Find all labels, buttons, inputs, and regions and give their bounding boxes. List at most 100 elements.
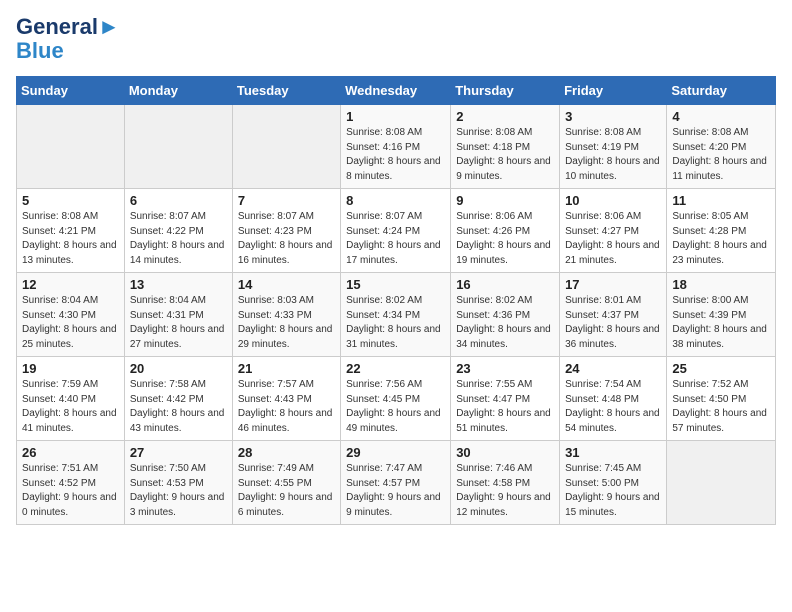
calendar-cell: 7Sunrise: 8:07 AM Sunset: 4:23 PM Daylig… bbox=[232, 189, 340, 273]
calendar-cell: 31Sunrise: 7:45 AM Sunset: 5:00 PM Dayli… bbox=[560, 441, 667, 525]
calendar-week-row: 1 Sunrise: 8:08 AM Sunset: 4:16 PM Daylig… bbox=[17, 105, 776, 189]
day-detail: Sunrise: 8:02 AM Sunset: 4:34 PM Dayligh… bbox=[346, 294, 445, 352]
calendar-cell: 25Sunrise: 7:52 AM Sunset: 4:50 PM Dayli… bbox=[667, 357, 776, 441]
calendar-cell bbox=[232, 105, 340, 189]
calendar-week-row: 12 Sunrise: 8:04 AM Sunset: 4:30 PM Dayli… bbox=[17, 273, 776, 357]
day-number: 20 bbox=[130, 361, 227, 376]
calendar-cell: 17 Sunrise: 8:01 AM Sunset: 4:37 PM Dayli… bbox=[560, 273, 667, 357]
calendar-cell: 8Sunrise: 8:07 AM Sunset: 4:24 PM Daylig… bbox=[341, 189, 451, 273]
day-detail: Sunrise: 8:08 AM Sunset: 4:21 PM Dayligh… bbox=[22, 210, 119, 268]
calendar-header-row: SundayMondayTuesdayWednesdayThursdayFrid… bbox=[17, 77, 776, 105]
calendar-cell: 30Sunrise: 7:46 AM Sunset: 4:58 PM Dayli… bbox=[451, 441, 560, 525]
day-number: 16 bbox=[456, 277, 554, 292]
day-detail: Sunrise: 8:02 AM Sunset: 4:36 PM Dayligh… bbox=[456, 294, 554, 352]
day-detail: Sunrise: 8:08 AM Sunset: 4:20 PM Dayligh… bbox=[672, 126, 770, 184]
day-detail: Sunrise: 8:08 AM Sunset: 4:19 PM Dayligh… bbox=[565, 126, 661, 184]
calendar-cell: 19 Sunrise: 7:59 AM Sunset: 4:40 PM Dayli… bbox=[17, 357, 125, 441]
calendar-cell: 16 Sunrise: 8:02 AM Sunset: 4:36 PM Dayli… bbox=[451, 273, 560, 357]
day-detail: Sunrise: 8:04 AM Sunset: 4:31 PM Dayligh… bbox=[130, 294, 227, 352]
calendar-cell: 6 Sunrise: 8:07 AM Sunset: 4:22 PM Daylig… bbox=[124, 189, 232, 273]
calendar-cell: 5 Sunrise: 8:08 AM Sunset: 4:21 PM Daylig… bbox=[17, 189, 125, 273]
day-number: 14 bbox=[238, 277, 335, 292]
calendar-cell bbox=[124, 105, 232, 189]
day-detail: Sunrise: 8:08 AM Sunset: 4:18 PM Dayligh… bbox=[456, 126, 554, 184]
day-detail: Sunrise: 7:45 AM Sunset: 5:00 PM Dayligh… bbox=[565, 462, 661, 520]
day-number: 2 bbox=[456, 109, 554, 124]
day-number: 12 bbox=[22, 277, 119, 292]
day-number: 30 bbox=[456, 445, 554, 460]
calendar-cell: 2 Sunrise: 8:08 AM Sunset: 4:18 PM Daylig… bbox=[451, 105, 560, 189]
weekday-header: Friday bbox=[560, 77, 667, 105]
day-detail: Sunrise: 8:06 AM Sunset: 4:27 PM Dayligh… bbox=[565, 210, 661, 268]
day-number: 13 bbox=[130, 277, 227, 292]
weekday-header: Saturday bbox=[667, 77, 776, 105]
day-number: 28 bbox=[238, 445, 335, 460]
calendar-cell: 4 Sunrise: 8:08 AM Sunset: 4:20 PM Daylig… bbox=[667, 105, 776, 189]
weekday-header: Wednesday bbox=[341, 77, 451, 105]
day-number: 4 bbox=[672, 109, 770, 124]
day-number: 15 bbox=[346, 277, 445, 292]
calendar-cell: 27Sunrise: 7:50 AM Sunset: 4:53 PM Dayli… bbox=[124, 441, 232, 525]
day-detail: Sunrise: 8:07 AM Sunset: 4:23 PM Dayligh… bbox=[238, 210, 335, 268]
calendar-table: SundayMondayTuesdayWednesdayThursdayFrid… bbox=[16, 76, 776, 525]
day-number: 27 bbox=[130, 445, 227, 460]
day-detail: Sunrise: 8:00 AM Sunset: 4:39 PM Dayligh… bbox=[672, 294, 770, 352]
calendar-cell: 20 Sunrise: 7:58 AM Sunset: 4:42 PM Dayli… bbox=[124, 357, 232, 441]
calendar-cell: 12 Sunrise: 8:04 AM Sunset: 4:30 PM Dayli… bbox=[17, 273, 125, 357]
day-detail: Sunrise: 7:58 AM Sunset: 4:42 PM Dayligh… bbox=[130, 378, 227, 436]
calendar-cell: 10 Sunrise: 8:06 AM Sunset: 4:27 PM Dayli… bbox=[560, 189, 667, 273]
day-number: 1 bbox=[346, 109, 445, 124]
calendar-cell: 15 Sunrise: 8:02 AM Sunset: 4:34 PM Dayli… bbox=[341, 273, 451, 357]
day-detail: Sunrise: 8:01 AM Sunset: 4:37 PM Dayligh… bbox=[565, 294, 661, 352]
logo-blue: Blue bbox=[16, 38, 64, 63]
calendar-cell: 9 Sunrise: 8:06 AM Sunset: 4:26 PM Daylig… bbox=[451, 189, 560, 273]
day-number: 23 bbox=[456, 361, 554, 376]
day-detail: Sunrise: 8:08 AM Sunset: 4:16 PM Dayligh… bbox=[346, 126, 445, 184]
day-detail: Sunrise: 8:04 AM Sunset: 4:30 PM Dayligh… bbox=[22, 294, 119, 352]
calendar-cell: 3Sunrise: 8:08 AM Sunset: 4:19 PM Daylig… bbox=[560, 105, 667, 189]
calendar-cell: 11 Sunrise: 8:05 AM Sunset: 4:28 PM Dayli… bbox=[667, 189, 776, 273]
calendar-cell: 1 Sunrise: 8:08 AM Sunset: 4:16 PM Daylig… bbox=[341, 105, 451, 189]
day-detail: Sunrise: 8:06 AM Sunset: 4:26 PM Dayligh… bbox=[456, 210, 554, 268]
day-detail: Sunrise: 7:54 AM Sunset: 4:48 PM Dayligh… bbox=[565, 378, 661, 436]
calendar-cell: 29Sunrise: 7:47 AM Sunset: 4:57 PM Dayli… bbox=[341, 441, 451, 525]
calendar-week-row: 19 Sunrise: 7:59 AM Sunset: 4:40 PM Dayli… bbox=[17, 357, 776, 441]
weekday-header: Monday bbox=[124, 77, 232, 105]
day-number: 17 bbox=[565, 277, 661, 292]
day-detail: Sunrise: 8:07 AM Sunset: 4:24 PM Dayligh… bbox=[346, 210, 445, 268]
day-detail: Sunrise: 7:59 AM Sunset: 4:40 PM Dayligh… bbox=[22, 378, 119, 436]
day-detail: Sunrise: 7:47 AM Sunset: 4:57 PM Dayligh… bbox=[346, 462, 445, 520]
weekday-header: Tuesday bbox=[232, 77, 340, 105]
day-number: 25 bbox=[672, 361, 770, 376]
day-number: 22 bbox=[346, 361, 445, 376]
day-number: 11 bbox=[672, 193, 770, 208]
day-number: 6 bbox=[130, 193, 227, 208]
page-header: General► Blue bbox=[16, 16, 776, 64]
day-detail: Sunrise: 7:51 AM Sunset: 4:52 PM Dayligh… bbox=[22, 462, 119, 520]
calendar-cell: 21 Sunrise: 7:57 AM Sunset: 4:43 PM Dayli… bbox=[232, 357, 340, 441]
day-number: 18 bbox=[672, 277, 770, 292]
day-detail: Sunrise: 7:57 AM Sunset: 4:43 PM Dayligh… bbox=[238, 378, 335, 436]
calendar-cell bbox=[17, 105, 125, 189]
day-number: 5 bbox=[22, 193, 119, 208]
calendar-cell: 28 Sunrise: 7:49 AM Sunset: 4:55 PM Dayli… bbox=[232, 441, 340, 525]
day-detail: Sunrise: 8:07 AM Sunset: 4:22 PM Dayligh… bbox=[130, 210, 227, 268]
calendar-cell: 22Sunrise: 7:56 AM Sunset: 4:45 PM Dayli… bbox=[341, 357, 451, 441]
day-number: 21 bbox=[238, 361, 335, 376]
logo-text: General► bbox=[16, 16, 120, 38]
day-number: 24 bbox=[565, 361, 661, 376]
day-number: 26 bbox=[22, 445, 119, 460]
calendar-cell: 26 Sunrise: 7:51 AM Sunset: 4:52 PM Dayli… bbox=[17, 441, 125, 525]
day-detail: Sunrise: 7:49 AM Sunset: 4:55 PM Dayligh… bbox=[238, 462, 335, 520]
day-detail: Sunrise: 8:05 AM Sunset: 4:28 PM Dayligh… bbox=[672, 210, 770, 268]
weekday-header: Sunday bbox=[17, 77, 125, 105]
calendar-cell: 24 Sunrise: 7:54 AM Sunset: 4:48 PM Dayli… bbox=[560, 357, 667, 441]
calendar-cell: 14Sunrise: 8:03 AM Sunset: 4:33 PM Dayli… bbox=[232, 273, 340, 357]
calendar-cell: 18 Sunrise: 8:00 AM Sunset: 4:39 PM Dayli… bbox=[667, 273, 776, 357]
logo: General► Blue bbox=[16, 16, 120, 64]
day-number: 9 bbox=[456, 193, 554, 208]
day-number: 10 bbox=[565, 193, 661, 208]
day-number: 19 bbox=[22, 361, 119, 376]
weekday-header: Thursday bbox=[451, 77, 560, 105]
calendar-cell: 23Sunrise: 7:55 AM Sunset: 4:47 PM Dayli… bbox=[451, 357, 560, 441]
